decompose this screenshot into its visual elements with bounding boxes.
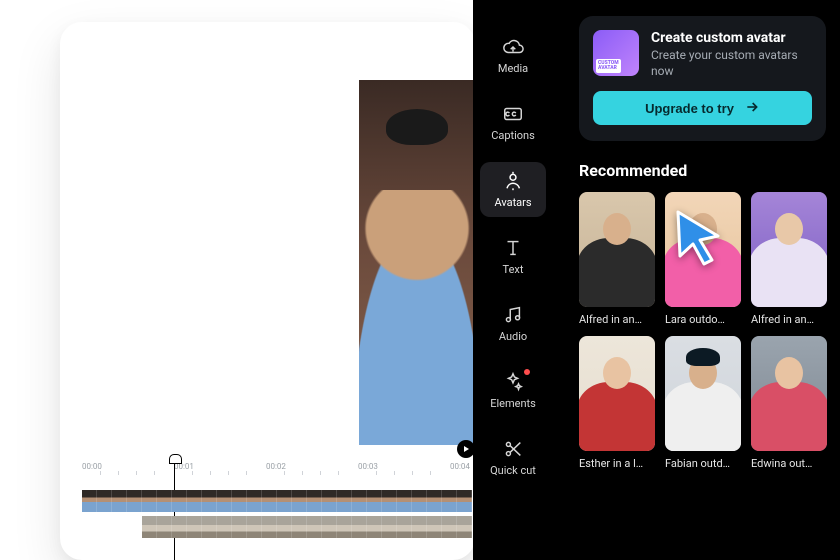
nav-label: Avatars bbox=[494, 196, 531, 209]
nav-label: Audio bbox=[499, 330, 527, 343]
music-note-icon bbox=[502, 304, 524, 326]
nav-item-elements[interactable]: Elements bbox=[480, 363, 546, 418]
promo-title: Create custom avatar bbox=[651, 30, 812, 46]
avatar-card[interactable]: Esther in a l… bbox=[579, 336, 655, 470]
avatar-label: Alfred in an… bbox=[751, 313, 827, 326]
timeline-track-b[interactable] bbox=[142, 516, 472, 538]
avatar-card[interactable]: Fabian outd… bbox=[665, 336, 741, 470]
notification-dot bbox=[524, 369, 530, 375]
captions-icon bbox=[502, 103, 524, 125]
nav-label: Elements bbox=[490, 397, 536, 410]
avatar-thumbnail bbox=[579, 336, 655, 451]
arrow-right-icon bbox=[744, 99, 760, 118]
ruler-tick: 00:00 bbox=[82, 462, 102, 471]
timeline-ruler[interactable]: 00:00 00:01 00:02 00:03 00:04 bbox=[82, 462, 475, 478]
ruler-tick: 00:04 bbox=[450, 462, 470, 471]
avatar-card[interactable]: Alfred in an… bbox=[751, 192, 827, 326]
upgrade-button[interactable]: Upgrade to try bbox=[593, 91, 812, 125]
avatar-card[interactable]: Alfred in an… bbox=[579, 192, 655, 326]
avatar-card[interactable]: Edwina out… bbox=[751, 336, 827, 470]
sparkles-icon bbox=[502, 371, 524, 393]
ruler-tick: 00:03 bbox=[358, 462, 378, 471]
side-nav: Media Captions Avatars Text Audio bbox=[473, 0, 553, 560]
promo-subtitle: Create your custom avatars now bbox=[651, 48, 812, 79]
avatar-icon bbox=[502, 170, 524, 192]
nav-item-quickcut[interactable]: Quick cut bbox=[480, 430, 546, 485]
scissors-icon bbox=[502, 438, 524, 460]
avatar-thumbnail bbox=[665, 192, 741, 307]
timeline[interactable]: 00:01:5 00:00 00:01 00:02 00:03 00:04 bbox=[82, 440, 475, 560]
avatar-thumbnail bbox=[665, 336, 741, 451]
nav-item-captions[interactable]: Captions bbox=[480, 95, 546, 150]
promo-thumbnail bbox=[593, 30, 639, 76]
avatar-label: Esther in a l… bbox=[579, 457, 655, 470]
cloud-upload-icon bbox=[502, 36, 524, 58]
preview-clip[interactable] bbox=[359, 80, 475, 445]
text-icon bbox=[502, 237, 524, 259]
timeline-track-a[interactable] bbox=[82, 490, 472, 512]
section-title: Recommended bbox=[579, 161, 826, 180]
nav-label: Media bbox=[498, 62, 528, 75]
editor-card: 00:01:5 00:00 00:01 00:02 00:03 00:04 bbox=[60, 22, 475, 560]
nav-label: Captions bbox=[491, 129, 535, 142]
upgrade-label: Upgrade to try bbox=[645, 101, 734, 116]
avatar-label: Alfred in an… bbox=[579, 313, 655, 326]
avatar-label: Edwina out… bbox=[751, 457, 827, 470]
avatar-thumbnail bbox=[751, 336, 827, 451]
video-canvas[interactable] bbox=[82, 44, 475, 444]
nav-item-avatars[interactable]: Avatars bbox=[480, 162, 546, 217]
avatars-panel: Create custom avatar Create your custom … bbox=[553, 0, 840, 560]
nav-item-media[interactable]: Media bbox=[480, 28, 546, 83]
avatar-grid: Alfred in an… Lara outdo… Alfred in an… … bbox=[579, 192, 826, 470]
nav-item-text[interactable]: Text bbox=[480, 229, 546, 284]
nav-label: Quick cut bbox=[490, 464, 536, 477]
avatar-label: Lara outdo… bbox=[665, 313, 741, 326]
avatar-label: Fabian outd… bbox=[665, 457, 741, 470]
nav-label: Text bbox=[503, 263, 524, 276]
avatar-thumbnail bbox=[751, 192, 827, 307]
avatar-card[interactable]: Lara outdo… bbox=[665, 192, 741, 326]
ruler-tick: 00:02 bbox=[266, 462, 286, 471]
promo-card: Create custom avatar Create your custom … bbox=[579, 16, 826, 141]
nav-item-audio[interactable]: Audio bbox=[480, 296, 546, 351]
avatar-thumbnail bbox=[579, 192, 655, 307]
